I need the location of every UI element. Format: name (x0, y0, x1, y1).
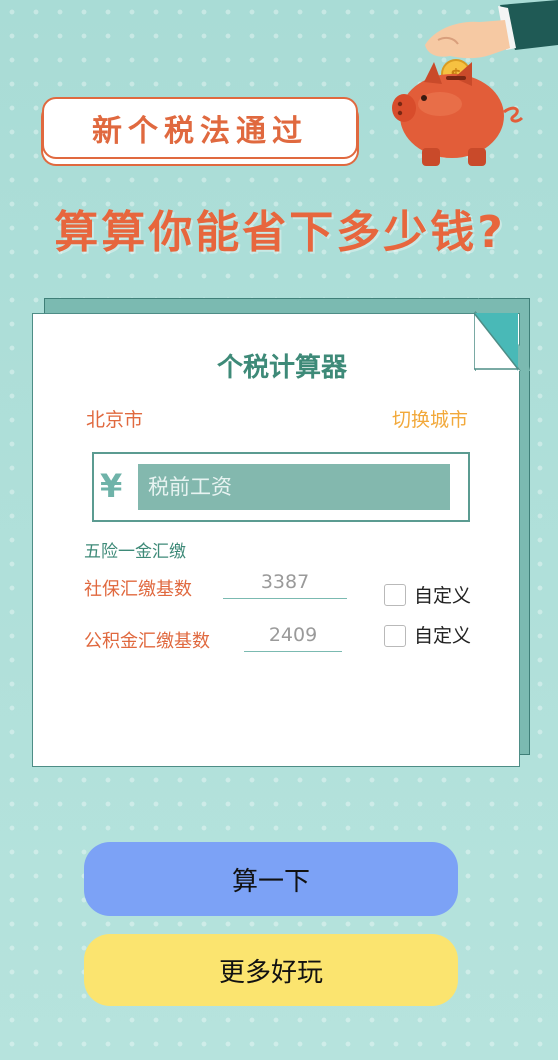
calculator-title: 个税计算器 (216, 353, 347, 383)
housing-fund-base-label: 公积金汇缴基数 (84, 631, 210, 652)
social-insurance-base-input[interactable] (223, 566, 347, 599)
housing-fund-custom-label: 自定义 (414, 625, 472, 647)
promo-banner: 新个税法通过 (42, 97, 358, 159)
yen-icon: ¥ (100, 467, 123, 505)
more-fun-button[interactable]: 更多好玩 (84, 934, 458, 1006)
calculate-button[interactable]: 算一下 (84, 842, 458, 916)
current-city: 北京市 (86, 409, 144, 431)
page-headline: 算算你能省下多少钱? (54, 207, 506, 258)
housing-fund-base-input[interactable] (244, 619, 342, 652)
switch-city-link[interactable]: 切换城市 (392, 405, 468, 432)
social-insurance-custom-checkbox[interactable] (384, 584, 406, 606)
social-insurance-base-label: 社保汇缴基数 (84, 579, 192, 600)
housing-fund-custom-checkbox[interactable] (384, 625, 406, 647)
piggy-bank-icon: $ (392, 0, 558, 166)
pre-tax-salary-input[interactable] (138, 464, 450, 510)
insurance-section-label: 五险一金汇缴 (84, 542, 186, 562)
social-insurance-custom-label: 自定义 (414, 585, 472, 607)
